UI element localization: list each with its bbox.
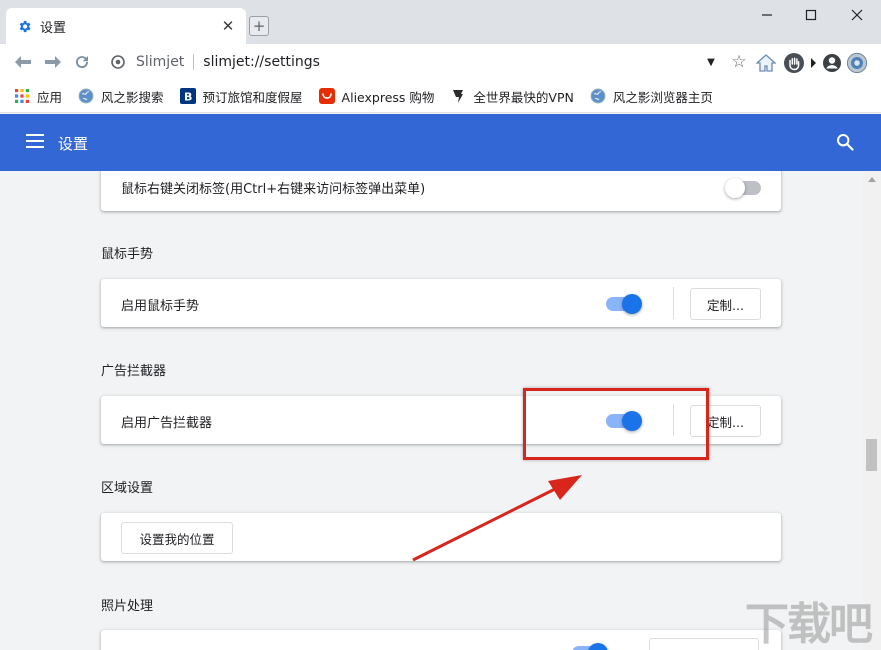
bookmark-vpn[interactable]: 全世界最快的VPN: [450, 87, 574, 106]
home-button[interactable]: [755, 52, 777, 74]
title-bar: 设置 ✕ +: [0, 0, 881, 44]
mouse-gesture-toggle[interactable]: [606, 294, 642, 314]
address-bar[interactable]: Slimjet slimjet://settings ▼ ☆: [102, 48, 748, 76]
bookmark-label: 预订旅馆和度假屋: [202, 89, 303, 105]
forward-button[interactable]: [42, 52, 64, 72]
bookmark-aliexpress[interactable]: Aliexpress 购物: [318, 87, 435, 106]
ad-blocker-label: 启用广告拦截器: [121, 416, 213, 431]
forward-arrow-icon: [45, 56, 61, 68]
settings-gear-globe-icon: [846, 52, 868, 74]
minimize-button[interactable]: [744, 0, 790, 30]
section-title-photo: 照片处理: [101, 599, 154, 614]
tab-settings[interactable]: 设置 ✕: [6, 8, 246, 44]
bookmark-label: 风之影搜索: [101, 89, 164, 105]
booking-icon: B: [179, 88, 196, 104]
mouse-gesture-label: 启用鼠标手势: [121, 299, 200, 314]
section-title-region: 区域设置: [101, 481, 154, 496]
tab-title: 设置: [40, 20, 67, 36]
bookmark-fengzhiying-search[interactable]: 风之影搜索: [78, 87, 164, 106]
globe-icon: [78, 88, 94, 104]
globe-icon: [590, 88, 606, 104]
avatar-icon: [823, 54, 841, 72]
mouse-gesture-customize-button[interactable]: 定制...: [690, 288, 761, 320]
dropdown-triangle-icon[interactable]: ▼: [704, 57, 718, 68]
search-icon[interactable]: [836, 133, 856, 153]
svg-text:B: B: [184, 91, 192, 104]
bookmark-star-icon[interactable]: ☆: [730, 52, 748, 72]
photo-toggle[interactable]: [572, 643, 608, 650]
profile-button[interactable]: [821, 52, 843, 74]
close-window-button[interactable]: [834, 0, 880, 30]
annotation-highlight-box: [523, 388, 709, 460]
set-location-button[interactable]: 设置我的位置: [121, 522, 233, 554]
bookmark-label: 风之影浏览器主页: [612, 89, 713, 105]
close-tab-card: 鼠标右键关闭标签(用Ctrl+右键来访问标签弹出菜单): [101, 171, 781, 211]
hand-stop-icon: [784, 53, 804, 73]
gear-icon: [16, 18, 32, 34]
mouse-gesture-card: 启用鼠标手势 定制...: [101, 279, 781, 327]
toolbar: Slimjet slimjet://settings ▼ ☆: [0, 44, 881, 80]
reload-icon: [76, 56, 89, 69]
section-title-mouse-gesture: 鼠标手势: [101, 247, 154, 262]
page-title: 设置: [58, 135, 89, 153]
back-arrow-icon: [15, 56, 31, 68]
close-tab-toggle[interactable]: [725, 178, 761, 198]
reload-button[interactable]: [71, 52, 93, 72]
browser-menu-button[interactable]: [846, 52, 868, 74]
settings-header: 设置: [0, 114, 881, 171]
maximize-button[interactable]: [788, 0, 834, 30]
gesture-button[interactable]: [783, 52, 805, 74]
close-icon: [851, 9, 863, 21]
aliexpress-icon: [318, 88, 335, 104]
toolbar-overflow-arrow-icon[interactable]: [808, 52, 818, 74]
scroll-up-arrow-icon[interactable]: [868, 177, 876, 182]
photo-button[interactable]: [649, 638, 759, 650]
close-tab-label: 鼠标右键关闭标签(用Ctrl+右键来访问标签弹出菜单): [121, 182, 426, 197]
url-text[interactable]: slimjet://settings: [203, 54, 704, 70]
tab-close-icon[interactable]: ✕: [220, 17, 236, 35]
home-icon: [756, 54, 776, 72]
bookmark-label: 全世界最快的VPN: [473, 89, 574, 105]
site-info-icon[interactable]: [110, 54, 126, 70]
region-card: 设置我的位置: [101, 513, 781, 561]
bookmark-label: 应用: [37, 89, 63, 105]
hamburger-menu-icon[interactable]: [26, 134, 44, 150]
divider: [673, 287, 674, 319]
section-title-ad-blocker: 广告拦截器: [101, 364, 167, 379]
bookmarks-bar: 应用 风之影搜索 B 预订旅馆和度假屋 Aliexpress 购物 全世界最快的…: [0, 80, 881, 113]
vpn-icon: [450, 88, 466, 104]
settings-content: 鼠标右键关闭标签(用Ctrl+右键来访问标签弹出菜单) 鼠标手势 启用鼠标手势 …: [0, 171, 863, 650]
new-tab-button[interactable]: +: [249, 16, 269, 36]
back-button[interactable]: [12, 52, 34, 72]
bookmark-label: Aliexpress 购物: [341, 89, 435, 105]
omnibox-divider: [193, 54, 195, 70]
watermark-logo: 下载吧: [745, 599, 873, 650]
apps-grid-icon: [14, 88, 30, 104]
bookmark-fengzhiying-home[interactable]: 风之影浏览器主页: [590, 87, 713, 106]
site-name: Slimjet: [136, 54, 185, 70]
scroll-thumb[interactable]: [866, 439, 877, 471]
minimize-icon: [762, 14, 772, 16]
bookmark-apps[interactable]: 应用: [14, 87, 62, 106]
bookmark-booking[interactable]: B 预订旅馆和度假屋: [179, 87, 303, 106]
maximize-icon: [805, 9, 817, 21]
photo-card: [101, 630, 781, 650]
scrollbar[interactable]: [863, 171, 881, 650]
